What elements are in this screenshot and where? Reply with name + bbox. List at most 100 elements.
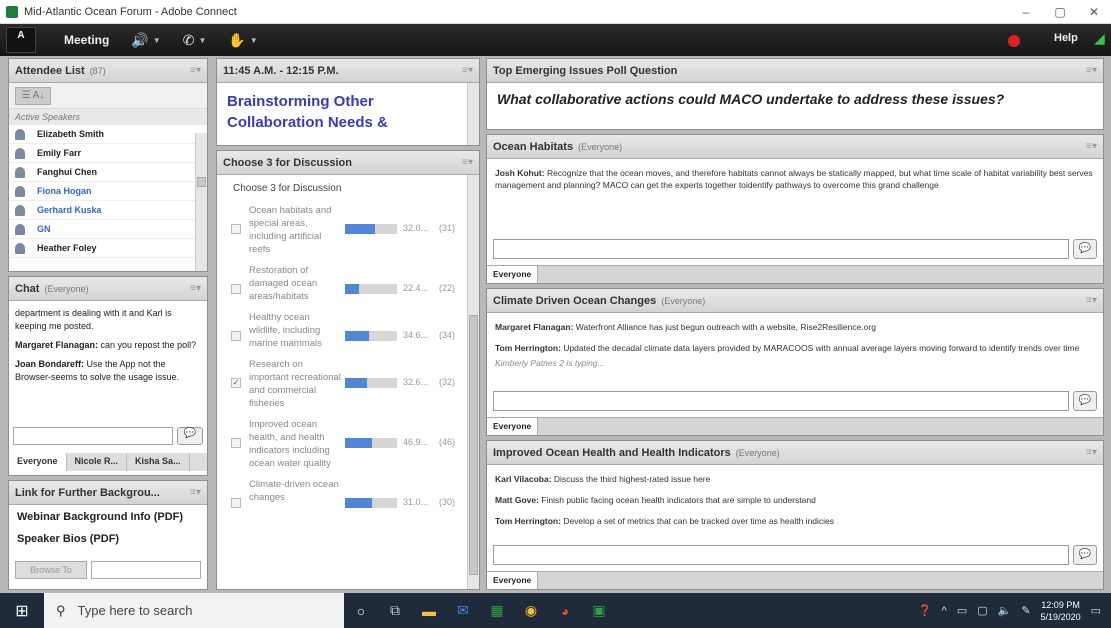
agenda-pod: 11:45 A.M. - 12:15 P.M. ≡▾ Brainstorming…: [216, 58, 480, 146]
poll-result-fill: [345, 498, 373, 508]
minimize-button[interactable]: –: [1009, 5, 1043, 19]
chat-title: Chat: [15, 282, 40, 295]
adobe-connect-taskbar-icon[interactable]: ▣: [582, 593, 616, 628]
chat-tab[interactable]: Kisha Sa...: [127, 453, 190, 471]
chrome-icon[interactable]: ◉: [514, 593, 548, 628]
message-author: Tom Herrington:: [495, 343, 561, 353]
pod-menu-icon[interactable]: ≡▾: [462, 157, 473, 168]
start-button[interactable]: ⊞: [0, 593, 44, 628]
pod-menu-icon[interactable]: ≡▾: [1086, 447, 1097, 458]
mail-icon[interactable]: ✉: [446, 593, 480, 628]
attendee-count: (87): [89, 65, 106, 76]
attendee-row[interactable]: Gerhard Kuska: [9, 201, 207, 220]
everyone-tab[interactable]: Everyone: [487, 266, 539, 283]
chat-tab[interactable]: Everyone: [9, 453, 67, 471]
poll-option: Ocean habitats and special areas, includ…: [217, 204, 479, 264]
phone-button[interactable]: ✆ ▼: [183, 32, 207, 49]
cortana-icon[interactable]: ○: [344, 593, 378, 628]
climate-changes-send-button[interactable]: 💬: [1073, 391, 1097, 411]
chat-tabs: Everyone Nicole R... Kisha Sa...: [9, 453, 207, 471]
ocean-health-send-button[interactable]: 💬: [1073, 545, 1097, 565]
agenda-scrollbar[interactable]: [467, 83, 479, 145]
speech-bubble-icon: 💬: [183, 428, 197, 439]
send-chat-button[interactable]: 💬: [177, 427, 203, 445]
poll-checkbox[interactable]: [231, 224, 241, 234]
poll-question: Choose 3 for Discussion: [233, 183, 342, 194]
poll-title: Choose 3 for Discussion: [223, 156, 352, 169]
message-author: Matt Gove:: [495, 495, 539, 505]
climate-changes-scope: (Everyone): [661, 295, 706, 306]
chat-tab[interactable]: Nicole R...: [67, 453, 128, 471]
message-text: Waterfront Alliance has just begun outre…: [573, 322, 876, 332]
volume-icon[interactable]: 🔈: [998, 604, 1012, 617]
message-entry: Matt Gove: Finish public facing ocean he…: [495, 494, 1095, 506]
browse-to-button[interactable]: Browse To: [15, 561, 87, 579]
notifications-icon[interactable]: ▭: [1091, 604, 1101, 617]
attendee-row[interactable]: Fiona Hogan: [9, 182, 207, 201]
poll-checkbox[interactable]: [231, 498, 241, 508]
everyone-tab[interactable]: Everyone: [487, 418, 539, 435]
pod-menu-icon[interactable]: ≡▾: [190, 487, 201, 498]
climate-changes-input[interactable]: [493, 391, 1069, 411]
attendee-list-pod: Attendee List (87) ≡▾ ☰ A↓ Active Speake…: [8, 58, 208, 272]
meeting-menu[interactable]: Meeting: [64, 33, 109, 47]
help-menu[interactable]: Help: [1054, 32, 1078, 44]
poll-scrollbar[interactable]: [467, 175, 479, 589]
everyone-tab[interactable]: Everyone: [487, 572, 539, 589]
pod-menu-icon[interactable]: ≡▾: [1086, 141, 1097, 152]
link-webinar-background[interactable]: Webinar Background Info (PDF): [9, 505, 207, 527]
pod-menu-icon[interactable]: ≡▾: [1086, 295, 1097, 306]
ocean-habitats-scope: (Everyone): [578, 141, 623, 152]
file-explorer-icon[interactable]: ▬: [412, 593, 446, 628]
agenda-header: 11:45 A.M. - 12:15 P.M. ≡▾: [217, 59, 479, 83]
raise-hand-button[interactable]: ✋ ▼: [228, 32, 257, 49]
browser-icon[interactable]: ◕: [548, 593, 582, 628]
search-placeholder: Type here to search: [77, 603, 193, 618]
attendee-row[interactable]: GN: [9, 220, 207, 239]
help-icon[interactable]: ❓: [918, 604, 932, 617]
ocean-health-scope: (Everyone): [735, 447, 780, 458]
speaker-button[interactable]: 🔊 ▼: [131, 32, 160, 49]
message-text: Discuss the third highest-rated issue he…: [551, 474, 711, 484]
chat-message: Joan Bondareff: Use the App not the Brow…: [15, 358, 201, 384]
browse-url-input[interactable]: [91, 561, 201, 579]
scroll-thumb[interactable]: [197, 177, 206, 187]
network-icon[interactable]: ▢: [977, 604, 987, 617]
pod-menu-icon[interactable]: ≡▾: [190, 283, 201, 294]
recording-indicator[interactable]: [1008, 35, 1020, 47]
ocean-habitats-input[interactable]: [493, 239, 1069, 259]
poll-checkbox[interactable]: [231, 438, 241, 448]
ocean-health-title: Improved Ocean Health and Health Indicat…: [493, 446, 731, 459]
message-entry: Tom Herrington: Updated the decadal clim…: [495, 342, 1095, 354]
agenda-time: 11:45 A.M. - 12:15 P.M.: [223, 64, 339, 77]
poll-result-bar: [345, 224, 397, 234]
chevron-up-icon[interactable]: ^: [942, 605, 947, 617]
view-toggle-button[interactable]: ☰ A↓: [15, 87, 51, 105]
attendee-row[interactable]: Heather Foley: [9, 239, 207, 258]
ocean-health-input[interactable]: [493, 545, 1069, 565]
attendee-row[interactable]: Elizabeth Smith: [9, 125, 207, 144]
taskbar-clock[interactable]: 12:09 PM 5/19/2020: [1041, 599, 1081, 623]
link-speaker-bios[interactable]: Speaker Bios (PDF): [9, 527, 207, 549]
chat-input[interactable]: [13, 427, 173, 445]
ocean-habitats-send-button[interactable]: 💬: [1073, 239, 1097, 259]
attendee-row[interactable]: Emily Farr: [9, 144, 207, 163]
message-author: Margaret Flanagan:: [495, 322, 574, 332]
task-view-icon[interactable]: ⧉: [378, 593, 412, 628]
poll-checkbox[interactable]: [231, 331, 241, 341]
ocean-health-pod: Improved Ocean Health and Health Indicat…: [486, 440, 1104, 590]
pen-icon[interactable]: ✎: [1021, 604, 1030, 617]
pod-menu-icon[interactable]: ≡▾: [1086, 65, 1097, 76]
scroll-thumb[interactable]: [469, 315, 478, 575]
battery-icon[interactable]: ▭: [957, 604, 967, 617]
pod-menu-icon[interactable]: ≡▾: [462, 65, 473, 76]
poll-checkbox[interactable]: [231, 284, 241, 294]
excel-icon[interactable]: ▦: [480, 593, 514, 628]
taskbar-search[interactable]: ⚲ Type here to search: [44, 593, 344, 628]
poll-checkbox[interactable]: ✓: [231, 378, 241, 388]
maximize-button[interactable]: ▢: [1043, 5, 1077, 19]
pod-menu-icon[interactable]: ≡▾: [190, 65, 201, 76]
attendee-row[interactable]: Fanghui Chen: [9, 163, 207, 182]
attendee-scrollbar[interactable]: [195, 133, 207, 271]
close-button[interactable]: ✕: [1077, 5, 1111, 19]
